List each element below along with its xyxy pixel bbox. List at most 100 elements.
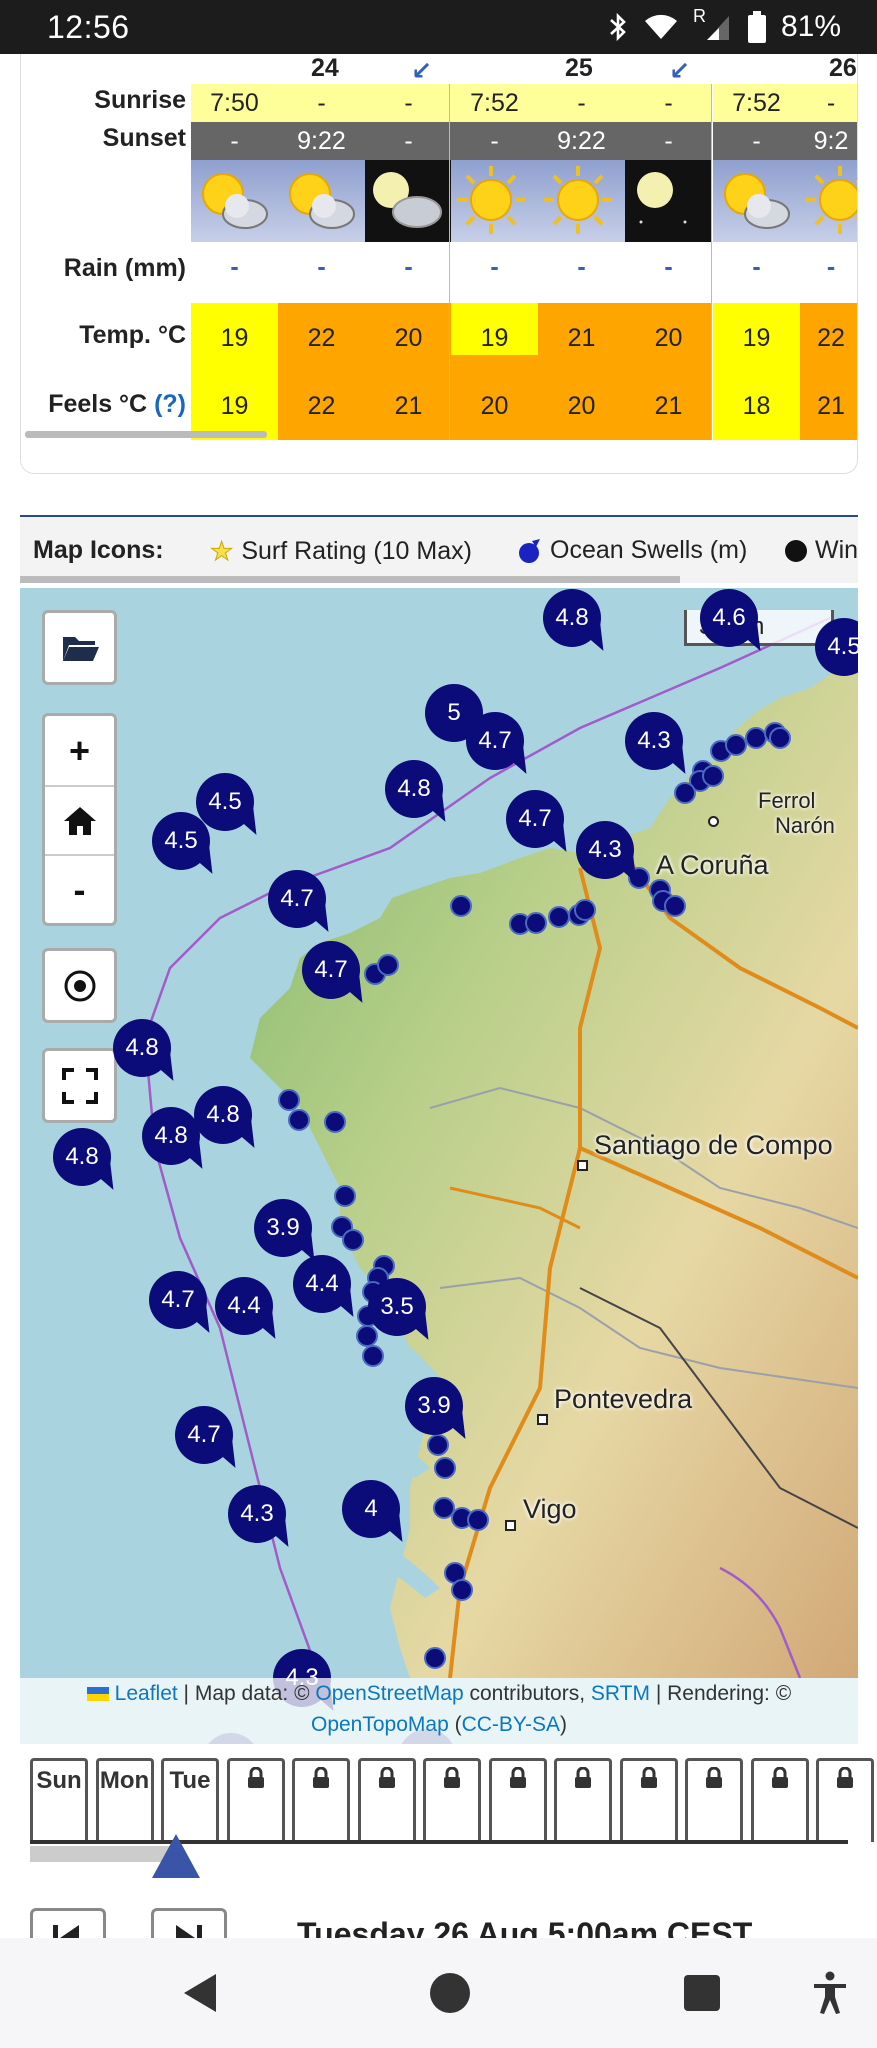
swell-marker[interactable]: 4.3 xyxy=(625,712,698,781)
wind-dot[interactable] xyxy=(434,1457,456,1479)
temp-cell: 22 xyxy=(278,303,365,373)
swell-height-label: 4.3 xyxy=(228,1485,286,1543)
swell-marker[interactable]: 4.8 xyxy=(113,1019,186,1088)
swell-marker[interactable]: 4.7 xyxy=(466,712,539,781)
swell-marker[interactable]: 4.7 xyxy=(175,1406,248,1475)
wind-dot[interactable] xyxy=(288,1109,310,1131)
swell-marker[interactable]: 4.7 xyxy=(506,790,579,859)
srtm-link[interactable]: SRTM xyxy=(591,1682,650,1705)
table-horizontal-scrollbar[interactable] xyxy=(25,431,267,438)
swell-marker[interactable]: 4.6 xyxy=(700,589,773,658)
timeline-day-0[interactable]: Sun xyxy=(30,1758,88,1842)
wind-dot[interactable] xyxy=(548,906,570,928)
zoom-in-button[interactable]: + xyxy=(45,716,114,785)
wind-dot[interactable] xyxy=(324,1111,346,1133)
swell-height-label: 4.4 xyxy=(215,1277,273,1335)
timeline-day-1[interactable]: Mon xyxy=(95,1758,154,1842)
timeline-locked-day[interactable] xyxy=(357,1758,416,1842)
home-button[interactable] xyxy=(45,785,114,854)
wind-dot[interactable] xyxy=(334,1185,356,1207)
ukraine-flag-icon xyxy=(86,1687,109,1702)
fullscreen-control[interactable] xyxy=(42,1048,117,1123)
layers-control[interactable] xyxy=(42,610,117,685)
target-icon xyxy=(64,970,95,1001)
timeline-locked-day[interactable] xyxy=(816,1758,874,1842)
swell-marker[interactable]: 4.5 xyxy=(815,618,858,687)
timeline-day-2[interactable]: Tue xyxy=(161,1758,219,1842)
timeline-locked-day[interactable] xyxy=(488,1758,547,1842)
wind-dot[interactable] xyxy=(450,895,472,917)
forecast-table[interactable]: 24 ↙ 25 ↙ 26 Sunrise Sunset Rain (mm) Te… xyxy=(20,54,858,474)
wind-dot[interactable] xyxy=(702,765,724,787)
sunrise-label: Sunrise xyxy=(94,86,186,114)
swell-arrow-icon: ↙ xyxy=(411,57,432,85)
swell-marker[interactable]: 4.8 xyxy=(53,1128,126,1197)
wind-dot[interactable] xyxy=(467,1509,489,1531)
forecast-timeline[interactable]: Sun Mon Tue xyxy=(30,1758,874,1844)
layers-button[interactable] xyxy=(45,613,114,682)
rain-cell: - xyxy=(490,253,499,281)
sunrise-cell: - xyxy=(800,84,857,122)
swell-height-label: 4.8 xyxy=(113,1019,171,1077)
legend-item-swells: Ocean Swells (m) xyxy=(518,536,747,565)
leaflet-link[interactable]: Leaflet xyxy=(115,1682,178,1705)
swell-marker[interactable]: 4.8 xyxy=(385,760,458,829)
wind-dot[interactable] xyxy=(377,954,399,976)
timeline-locked-day[interactable] xyxy=(685,1758,743,1842)
wind-dot[interactable] xyxy=(769,727,791,749)
wind-dot[interactable] xyxy=(451,1579,473,1601)
sunset-cell: - xyxy=(365,122,452,160)
accessibility-button[interactable] xyxy=(790,1938,870,2048)
swell-marker[interactable]: 4.4 xyxy=(293,1255,366,1324)
rain-cell: - xyxy=(230,253,239,281)
legend-scrollbar[interactable] xyxy=(20,576,680,583)
wind-dot[interactable] xyxy=(424,1647,446,1669)
wind-dot[interactable] xyxy=(574,899,596,921)
weather-cell xyxy=(538,160,625,242)
wind-dot[interactable] xyxy=(674,782,696,804)
timeline-locked-day[interactable] xyxy=(226,1758,285,1842)
feels-help-link[interactable]: (?) xyxy=(154,390,186,418)
lock-icon xyxy=(837,1766,853,1788)
swell-marker[interactable]: 3.9 xyxy=(405,1377,478,1446)
zoom-control[interactable]: + - xyxy=(42,713,117,926)
wind-dot[interactable] xyxy=(525,912,547,934)
swell-marker[interactable]: 4.8 xyxy=(142,1107,215,1176)
rain-cell: - xyxy=(664,253,673,281)
wind-dot[interactable] xyxy=(725,734,747,756)
map-icons-legend[interactable]: Map Icons: ★ Surf Rating (10 Max) Ocean … xyxy=(20,517,858,583)
swell-marker[interactable]: 4 xyxy=(342,1480,415,1549)
swell-marker[interactable]: 4.7 xyxy=(302,941,375,1010)
wind-dot[interactable] xyxy=(278,1089,300,1111)
swell-marker[interactable]: 4.5 xyxy=(152,812,225,881)
zoom-out-button[interactable]: - xyxy=(45,854,114,923)
wind-dot[interactable] xyxy=(362,1345,384,1367)
opentopomap-link[interactable]: OpenTopoMap xyxy=(311,1713,449,1736)
timeline-scrollbar[interactable] xyxy=(30,1846,170,1862)
osm-link[interactable]: OpenStreetMap xyxy=(315,1682,463,1705)
sunset-cell: 9:22 xyxy=(538,122,625,160)
surf-map[interactable]: + - 30 km Ferrol Narón A Coruña Santiago… xyxy=(20,588,858,1744)
back-button[interactable] xyxy=(160,1938,240,2048)
timeline-locked-day[interactable] xyxy=(423,1758,481,1842)
fullscreen-button[interactable] xyxy=(45,1051,114,1120)
swell-marker[interactable]: 3.5 xyxy=(368,1278,441,1347)
swell-marker[interactable]: 4.8 xyxy=(543,589,616,658)
swell-marker[interactable]: 4.3 xyxy=(576,821,649,890)
wind-dot[interactable] xyxy=(664,895,686,917)
license-link[interactable]: CC-BY-SA xyxy=(462,1713,560,1736)
timeline-locked-day[interactable] xyxy=(619,1758,678,1842)
home-nav-button[interactable] xyxy=(410,1938,490,2048)
locate-button[interactable] xyxy=(45,951,114,1020)
recents-button[interactable] xyxy=(662,1938,742,2048)
swell-marker[interactable]: 4.4 xyxy=(215,1277,288,1346)
swell-marker[interactable]: 4.7 xyxy=(268,870,341,939)
timeline-locked-day[interactable] xyxy=(554,1758,612,1842)
timeline-locked-day[interactable] xyxy=(750,1758,809,1842)
timeline-locked-day[interactable] xyxy=(292,1758,350,1842)
wind-dot[interactable] xyxy=(342,1229,364,1251)
swell-marker[interactable]: 4.7 xyxy=(149,1271,222,1340)
swell-marker[interactable]: 4.3 xyxy=(228,1485,301,1554)
locate-control[interactable] xyxy=(42,948,117,1023)
timeline-position-marker[interactable] xyxy=(152,1834,200,1878)
